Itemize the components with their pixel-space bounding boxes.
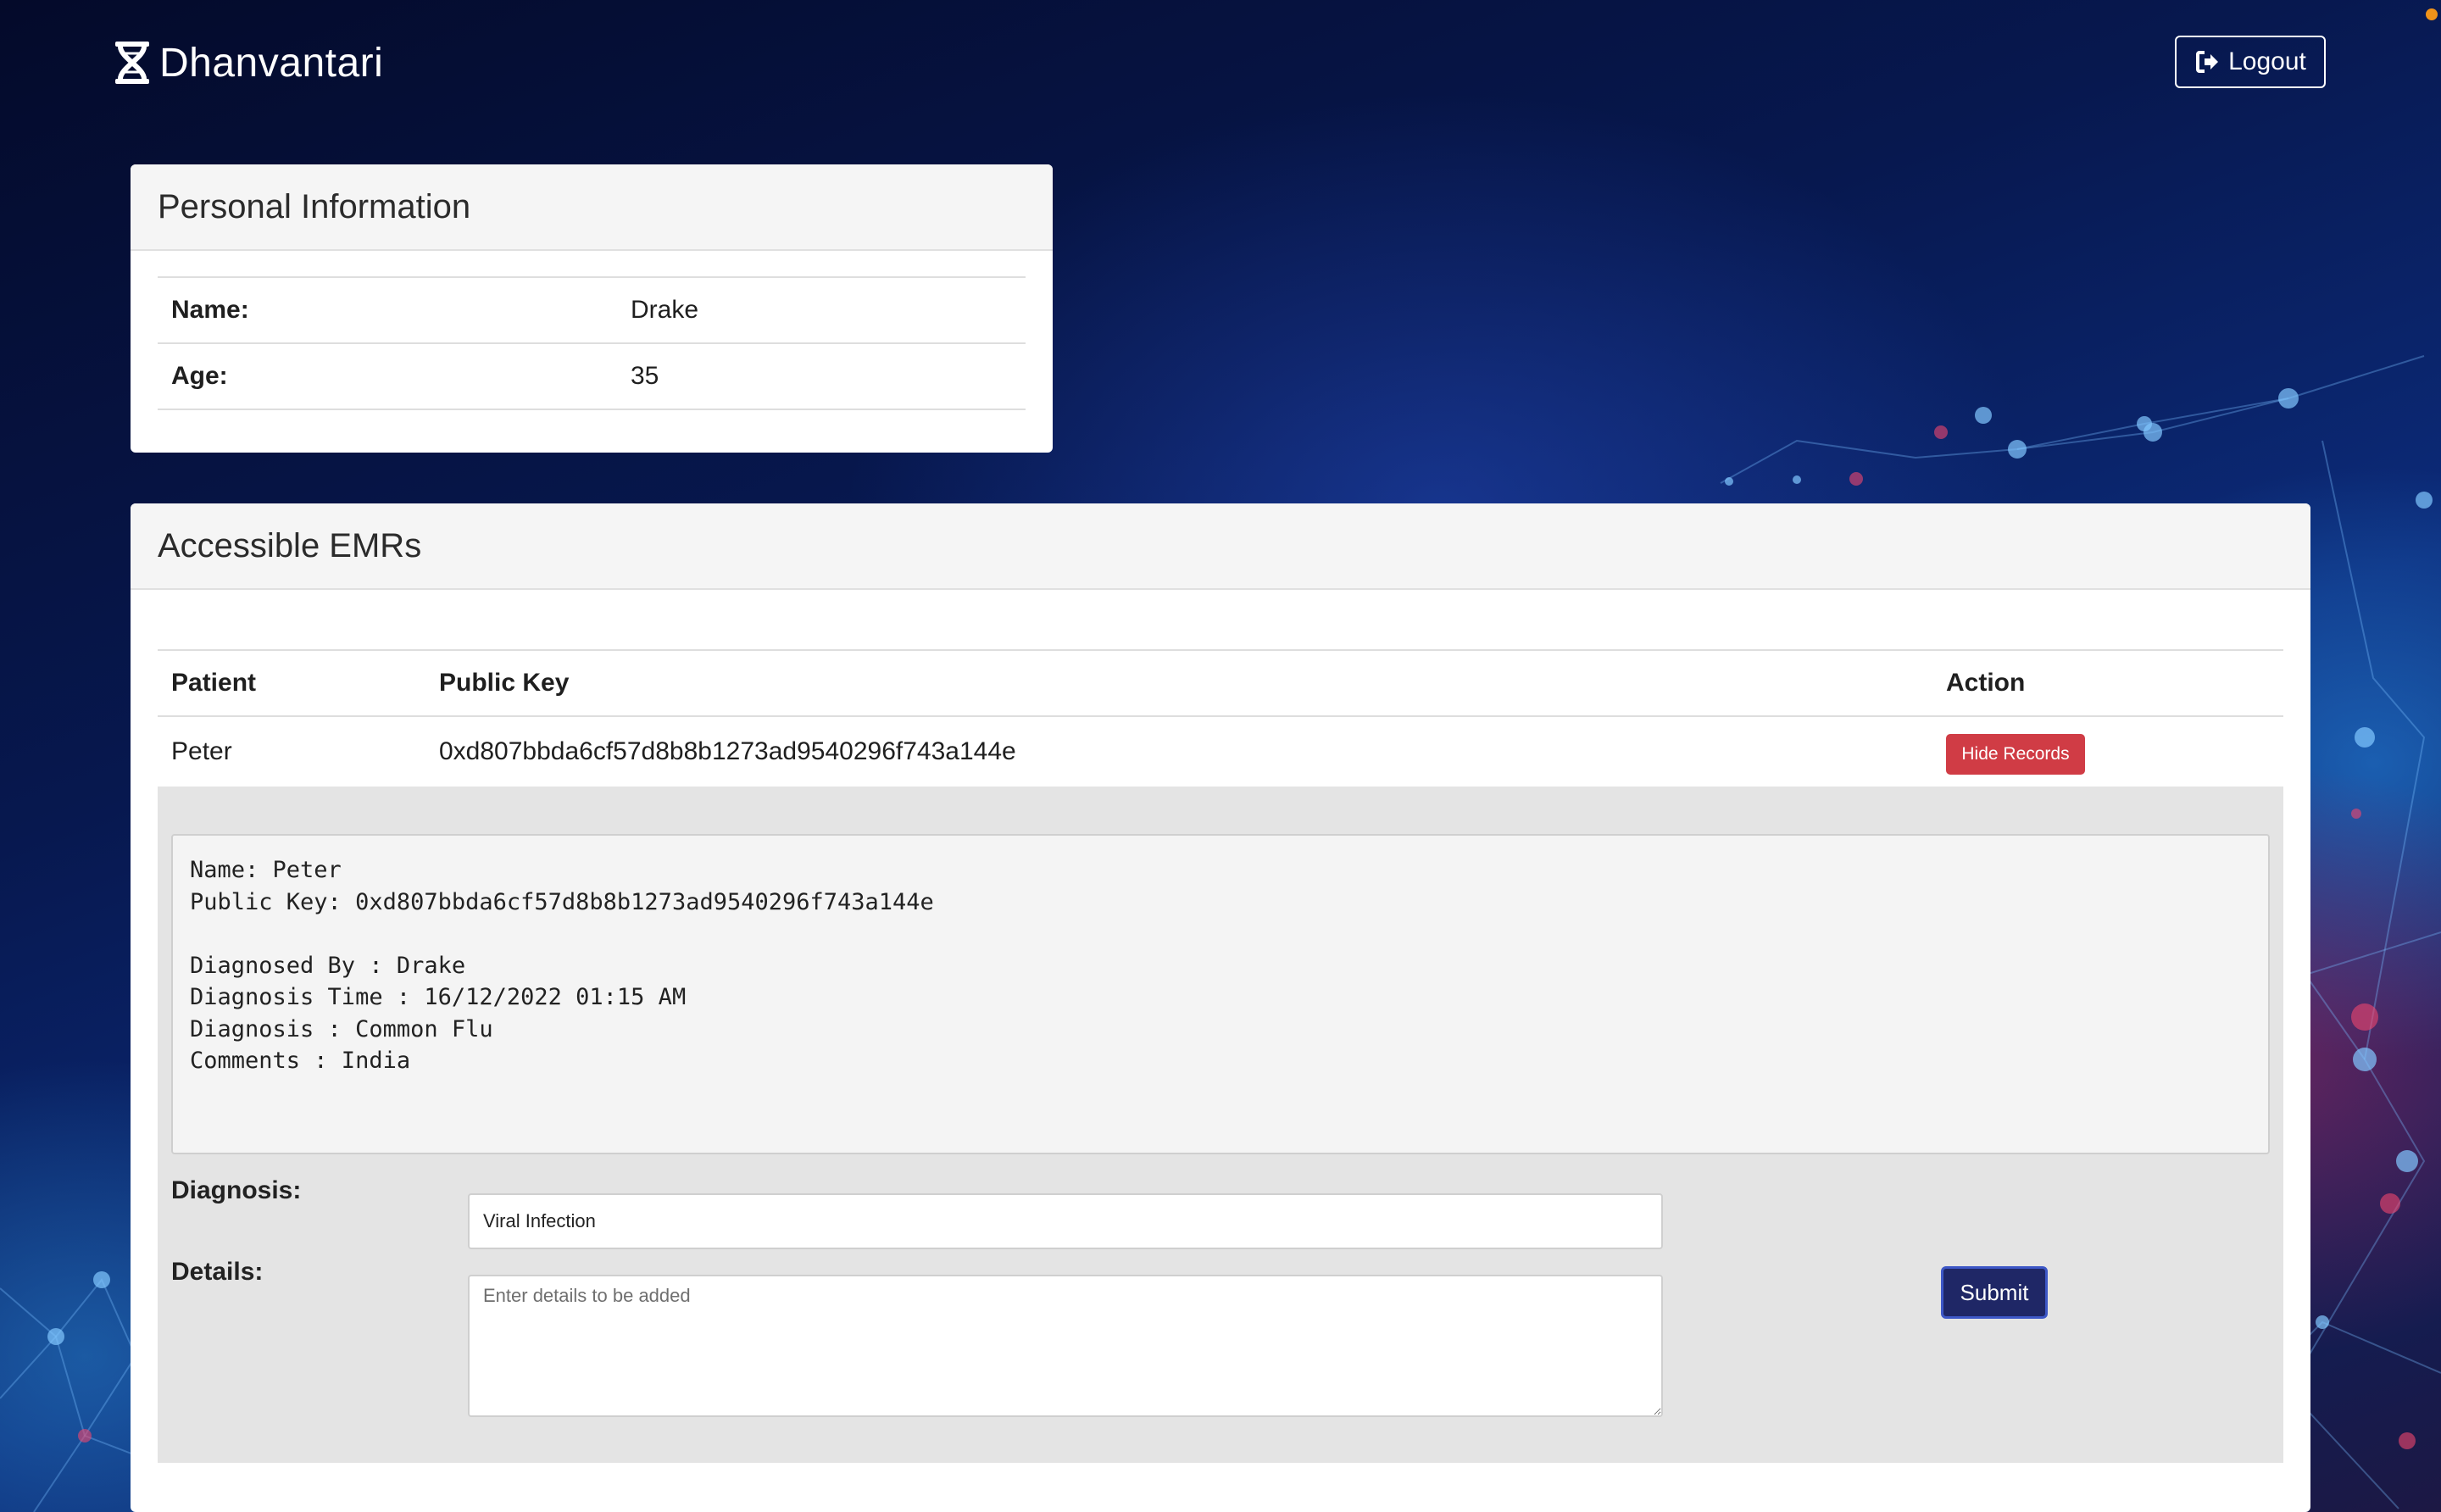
info-row-name: Name: Drake (158, 276, 1026, 343)
records-panel: Name: Peter Public Key: 0xd807bbda6cf57d… (158, 787, 2283, 1463)
brand-logo[interactable]: Dhanvantari (114, 37, 383, 88)
public-key-cell: 0xd807bbda6cf57d8b8b1273ad9540296f743a14… (425, 715, 1932, 787)
name-value: Drake (617, 276, 1026, 343)
name-label: Name: (158, 276, 617, 343)
age-label: Age: (158, 342, 617, 410)
accessible-emrs-title: Accessible EMRs (158, 526, 422, 564)
hide-records-button[interactable]: Hide Records (1946, 734, 2085, 775)
brand-name: Dhanvantari (159, 40, 384, 86)
age-value: 35 (617, 342, 1026, 410)
action-cell: Hide Records (1932, 715, 2283, 787)
accessible-emrs-card: Accessible EMRs Patient Public Key Actio… (131, 503, 2310, 1512)
personal-information-title: Personal Information (158, 187, 471, 225)
column-header-action: Action (1932, 649, 2283, 716)
emr-table-header-row: Patient Public Key Action (158, 649, 2283, 716)
column-header-public-key: Public Key (425, 649, 1932, 716)
sign-out-icon (2196, 51, 2219, 73)
diagnosis-label: Diagnosis: (171, 1176, 302, 1204)
submit-button[interactable]: Submit (1941, 1266, 2048, 1319)
personal-info-table: Name: Drake Age: 35 (158, 276, 1026, 410)
hourglass-dna-icon (115, 42, 149, 84)
column-header-patient: Patient (158, 649, 425, 716)
record-details: Name: Peter Public Key: 0xd807bbda6cf57d… (171, 834, 2270, 1154)
info-row-age: Age: 35 (158, 342, 1026, 410)
personal-information-header: Personal Information (131, 164, 1053, 251)
table-row: Peter 0xd807bbda6cf57d8b8b1273ad9540296f… (158, 715, 2283, 787)
logout-label: Logout (2228, 47, 2306, 75)
patient-cell: Peter (158, 715, 425, 787)
logout-button[interactable]: Logout (2175, 36, 2326, 88)
emr-table: Patient Public Key Action Peter 0xd807bb… (158, 649, 2283, 787)
notification-dot (2426, 8, 2438, 20)
accessible-emrs-header: Accessible EMRs (131, 503, 2310, 590)
diagnosis-input[interactable] (468, 1193, 1663, 1249)
personal-information-card: Personal Information Name: Drake Age: 35 (131, 164, 1053, 453)
details-textarea[interactable] (468, 1275, 1663, 1417)
details-label: Details: (171, 1258, 264, 1286)
